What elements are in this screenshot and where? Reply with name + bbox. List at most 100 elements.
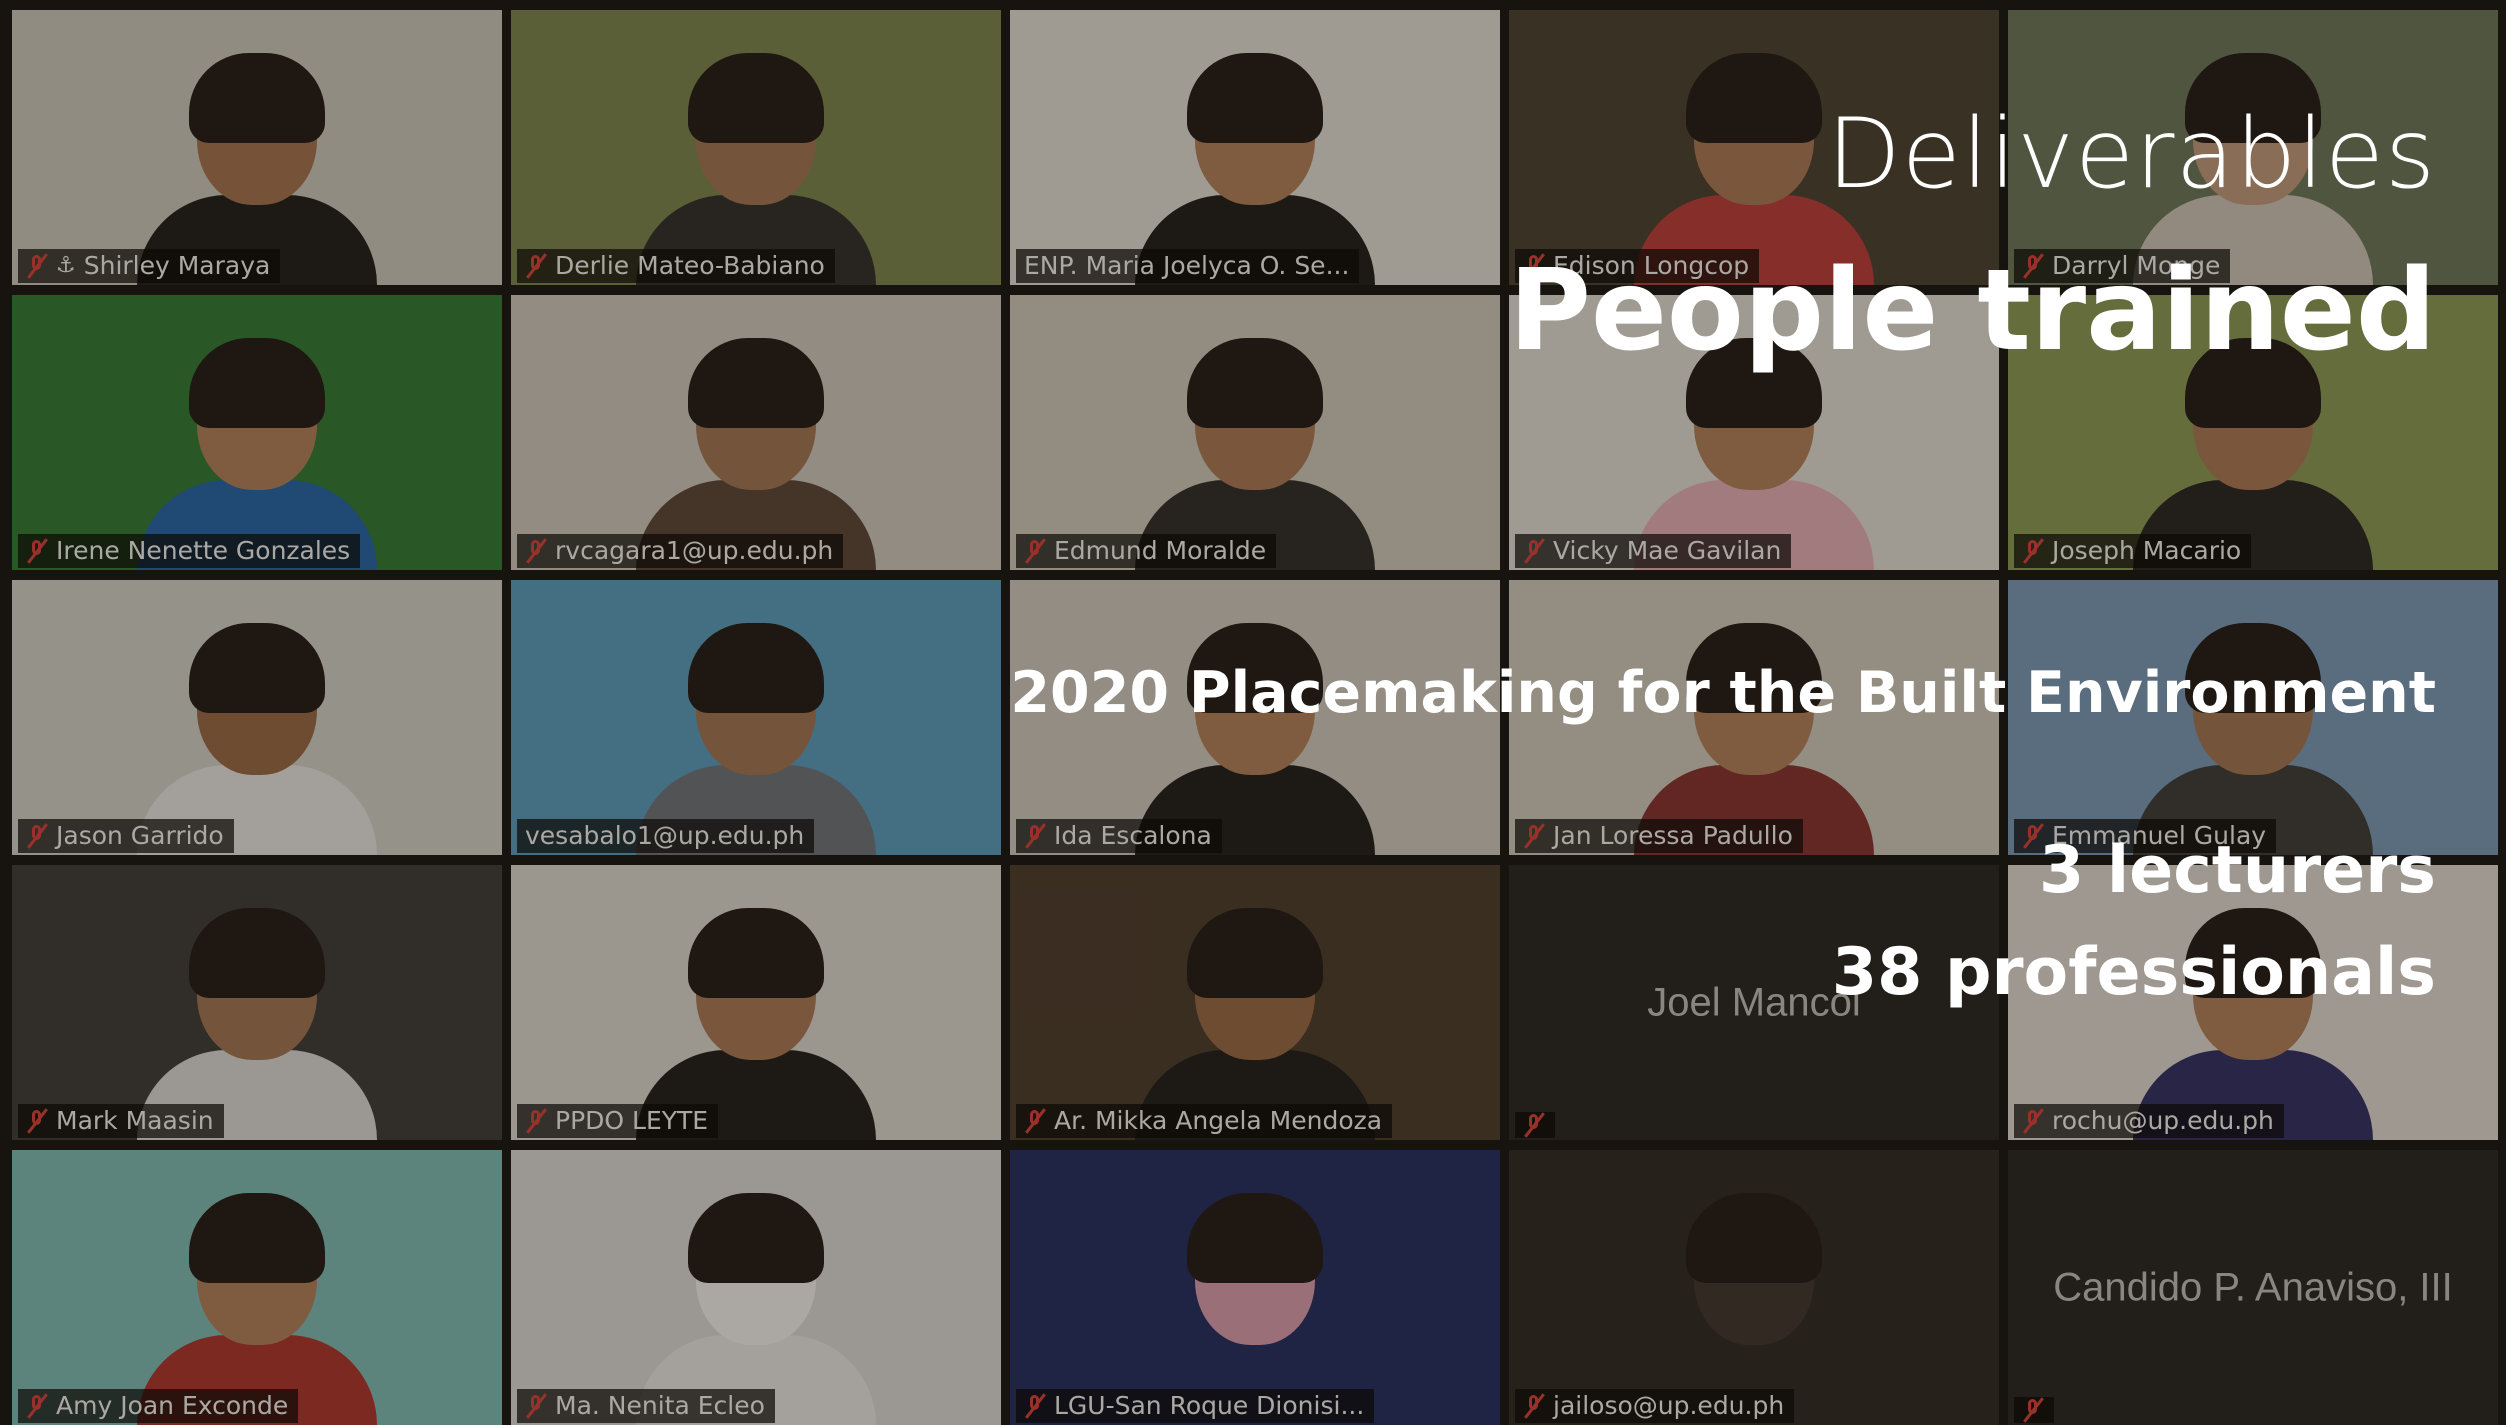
avatar-hair [1686,53,1822,143]
avatar-hair [688,623,824,713]
participant-name-label: ENP. Maria Joelyca O. Se... [1016,249,1360,283]
avatar-hair [189,338,325,428]
participant-name: Derlie Mateo-Babiano [555,251,825,280]
mic-muted-icon [1523,538,1545,564]
avatar-hair [1686,1193,1822,1283]
participant-name-label: Jason Garrido [18,819,234,853]
participant-name-label [2014,1397,2054,1423]
participant-avatar [1135,1175,1375,1425]
avatar-hair [189,908,325,998]
participant-name: vesabalo1@up.edu.ph [525,821,805,850]
mic-muted-icon [525,1393,547,1419]
participant-name: Shirley Maraya [83,251,271,280]
participant-avatar [636,1175,876,1425]
mic-muted-icon [2022,538,2044,564]
mic-muted-icon [2022,1108,2044,1134]
participant-name-label: Ida Escalona [1016,819,1222,853]
participant-avatar [636,890,876,1140]
mic-muted-icon [525,538,547,564]
participant-avatar [636,35,876,285]
participant-tile[interactable]: PPDO LEYTE [511,865,1001,1140]
participant-name: Edmund Moralde [1054,536,1267,565]
avatar-hair [688,53,824,143]
mic-muted-icon [525,1108,547,1134]
participant-name-label: PPDO LEYTE [517,1104,719,1138]
participant-avatar [137,605,377,855]
participant-name-label: Edmund Moralde [1016,534,1277,568]
participant-name: rvcagara1@up.edu.ph [555,536,834,565]
participant-avatar [137,320,377,570]
participant-tile[interactable]: Jason Garrido [12,580,502,855]
pin-icon: ⚓ [56,253,76,278]
participant-tile[interactable]: jailoso@up.edu.ph [1509,1150,1999,1425]
participant-tile[interactable]: vesabalo1@up.edu.ph [511,580,1001,855]
mic-muted-icon [26,538,48,564]
participant-tile[interactable]: Derlie Mateo-Babiano [511,10,1001,285]
participant-name: Jan Loressa Padullo [1553,821,1793,850]
mic-muted-icon [525,253,547,279]
participant-avatar [1135,35,1375,285]
avatar-hair [688,338,824,428]
participant-name: jailoso@up.edu.ph [1553,1391,1785,1420]
participant-name-label: Mark Maasin [18,1104,224,1138]
participant-name: Amy Joan Exconde [56,1391,289,1420]
mic-muted-icon [26,1108,48,1134]
participant-name: Vicky Mae Gavilan [1553,536,1782,565]
participant-tile[interactable]: LGU-San Roque Dionisi... [1010,1150,1500,1425]
participant-tile[interactable]: ⚓ Shirley Maraya [12,10,502,285]
avatar-hair [688,1193,824,1283]
participant-name-label [1515,1112,1555,1138]
mic-muted-icon [1523,823,1545,849]
mic-muted-icon [1024,1393,1046,1419]
participant-name-label: rvcagara1@up.edu.ph [517,534,844,568]
mic-muted-icon [26,253,48,279]
participant-name: Joseph Macario [2052,536,2242,565]
participant-avatar [636,605,876,855]
participant-name-label: ⚓ Shirley Maraya [18,249,281,283]
participant-avatar [1634,1175,1874,1425]
participant-avatar [137,1175,377,1425]
participant-name: Mark Maasin [56,1106,214,1135]
participant-tile[interactable]: Amy Joan Exconde [12,1150,502,1425]
participant-tile[interactable]: Mark Maasin [12,865,502,1140]
participant-tile[interactable]: Irene Nenette Gonzales [12,295,502,570]
avatar-hair [1187,1193,1323,1283]
participant-avatar [1634,605,1874,855]
participant-name-label: Ma. Nenita Ecleo [517,1389,775,1423]
participant-tile[interactable]: rvcagara1@up.edu.ph [511,295,1001,570]
participant-name-label: Jan Loressa Padullo [1515,819,1803,853]
participant-tile[interactable]: Edmund Moralde [1010,295,1500,570]
participant-tile[interactable]: ENP. Maria Joelyca O. Se... [1010,10,1500,285]
slide-title: People trained [1508,246,2436,376]
mic-muted-icon [1024,823,1046,849]
participant-name: Irene Nenette Gonzales [56,536,351,565]
participant-name-label: jailoso@up.edu.ph [1515,1389,1795,1423]
participant-name: rochu@up.edu.ph [2052,1106,2274,1135]
slide-professionals-count: 38 professionals [1831,935,2436,1010]
participant-avatar [1135,320,1375,570]
avatar-hair [189,623,325,713]
slide-course-name: 2020 Placemaking for the Built Environme… [1010,660,2436,726]
participant-name-label: vesabalo1@up.edu.ph [517,819,815,853]
participant-avatar [1135,890,1375,1140]
avatar-hair [1187,53,1323,143]
avatar-hair [688,908,824,998]
participant-name-label: Irene Nenette Gonzales [18,534,361,568]
participant-name-label: Joseph Macario [2014,534,2252,568]
participant-name-label: rochu@up.edu.ph [2014,1104,2284,1138]
participant-center-name: Candido P. Anaviso, III [2053,1265,2453,1309]
participant-tile[interactable]: Ma. Nenita Ecleo [511,1150,1001,1425]
participant-avatar [2133,890,2373,1140]
participant-name: Jason Garrido [56,821,224,850]
participant-tile[interactable]: Ar. Mikka Angela Mendoza [1010,865,1500,1140]
participant-name: Ida Escalona [1054,821,1212,850]
avatar-hair [189,1193,325,1283]
avatar-hair [1187,908,1323,998]
mic-muted-icon [2022,1397,2044,1423]
avatar-hair [1187,338,1323,428]
participant-name-label: Amy Joan Exconde [18,1389,299,1423]
participant-name: Ma. Nenita Ecleo [555,1391,765,1420]
participant-name-label: Ar. Mikka Angela Mendoza [1016,1104,1393,1138]
participant-avatar [636,320,876,570]
participant-tile[interactable]: Candido P. Anaviso, III [2008,1150,2498,1425]
